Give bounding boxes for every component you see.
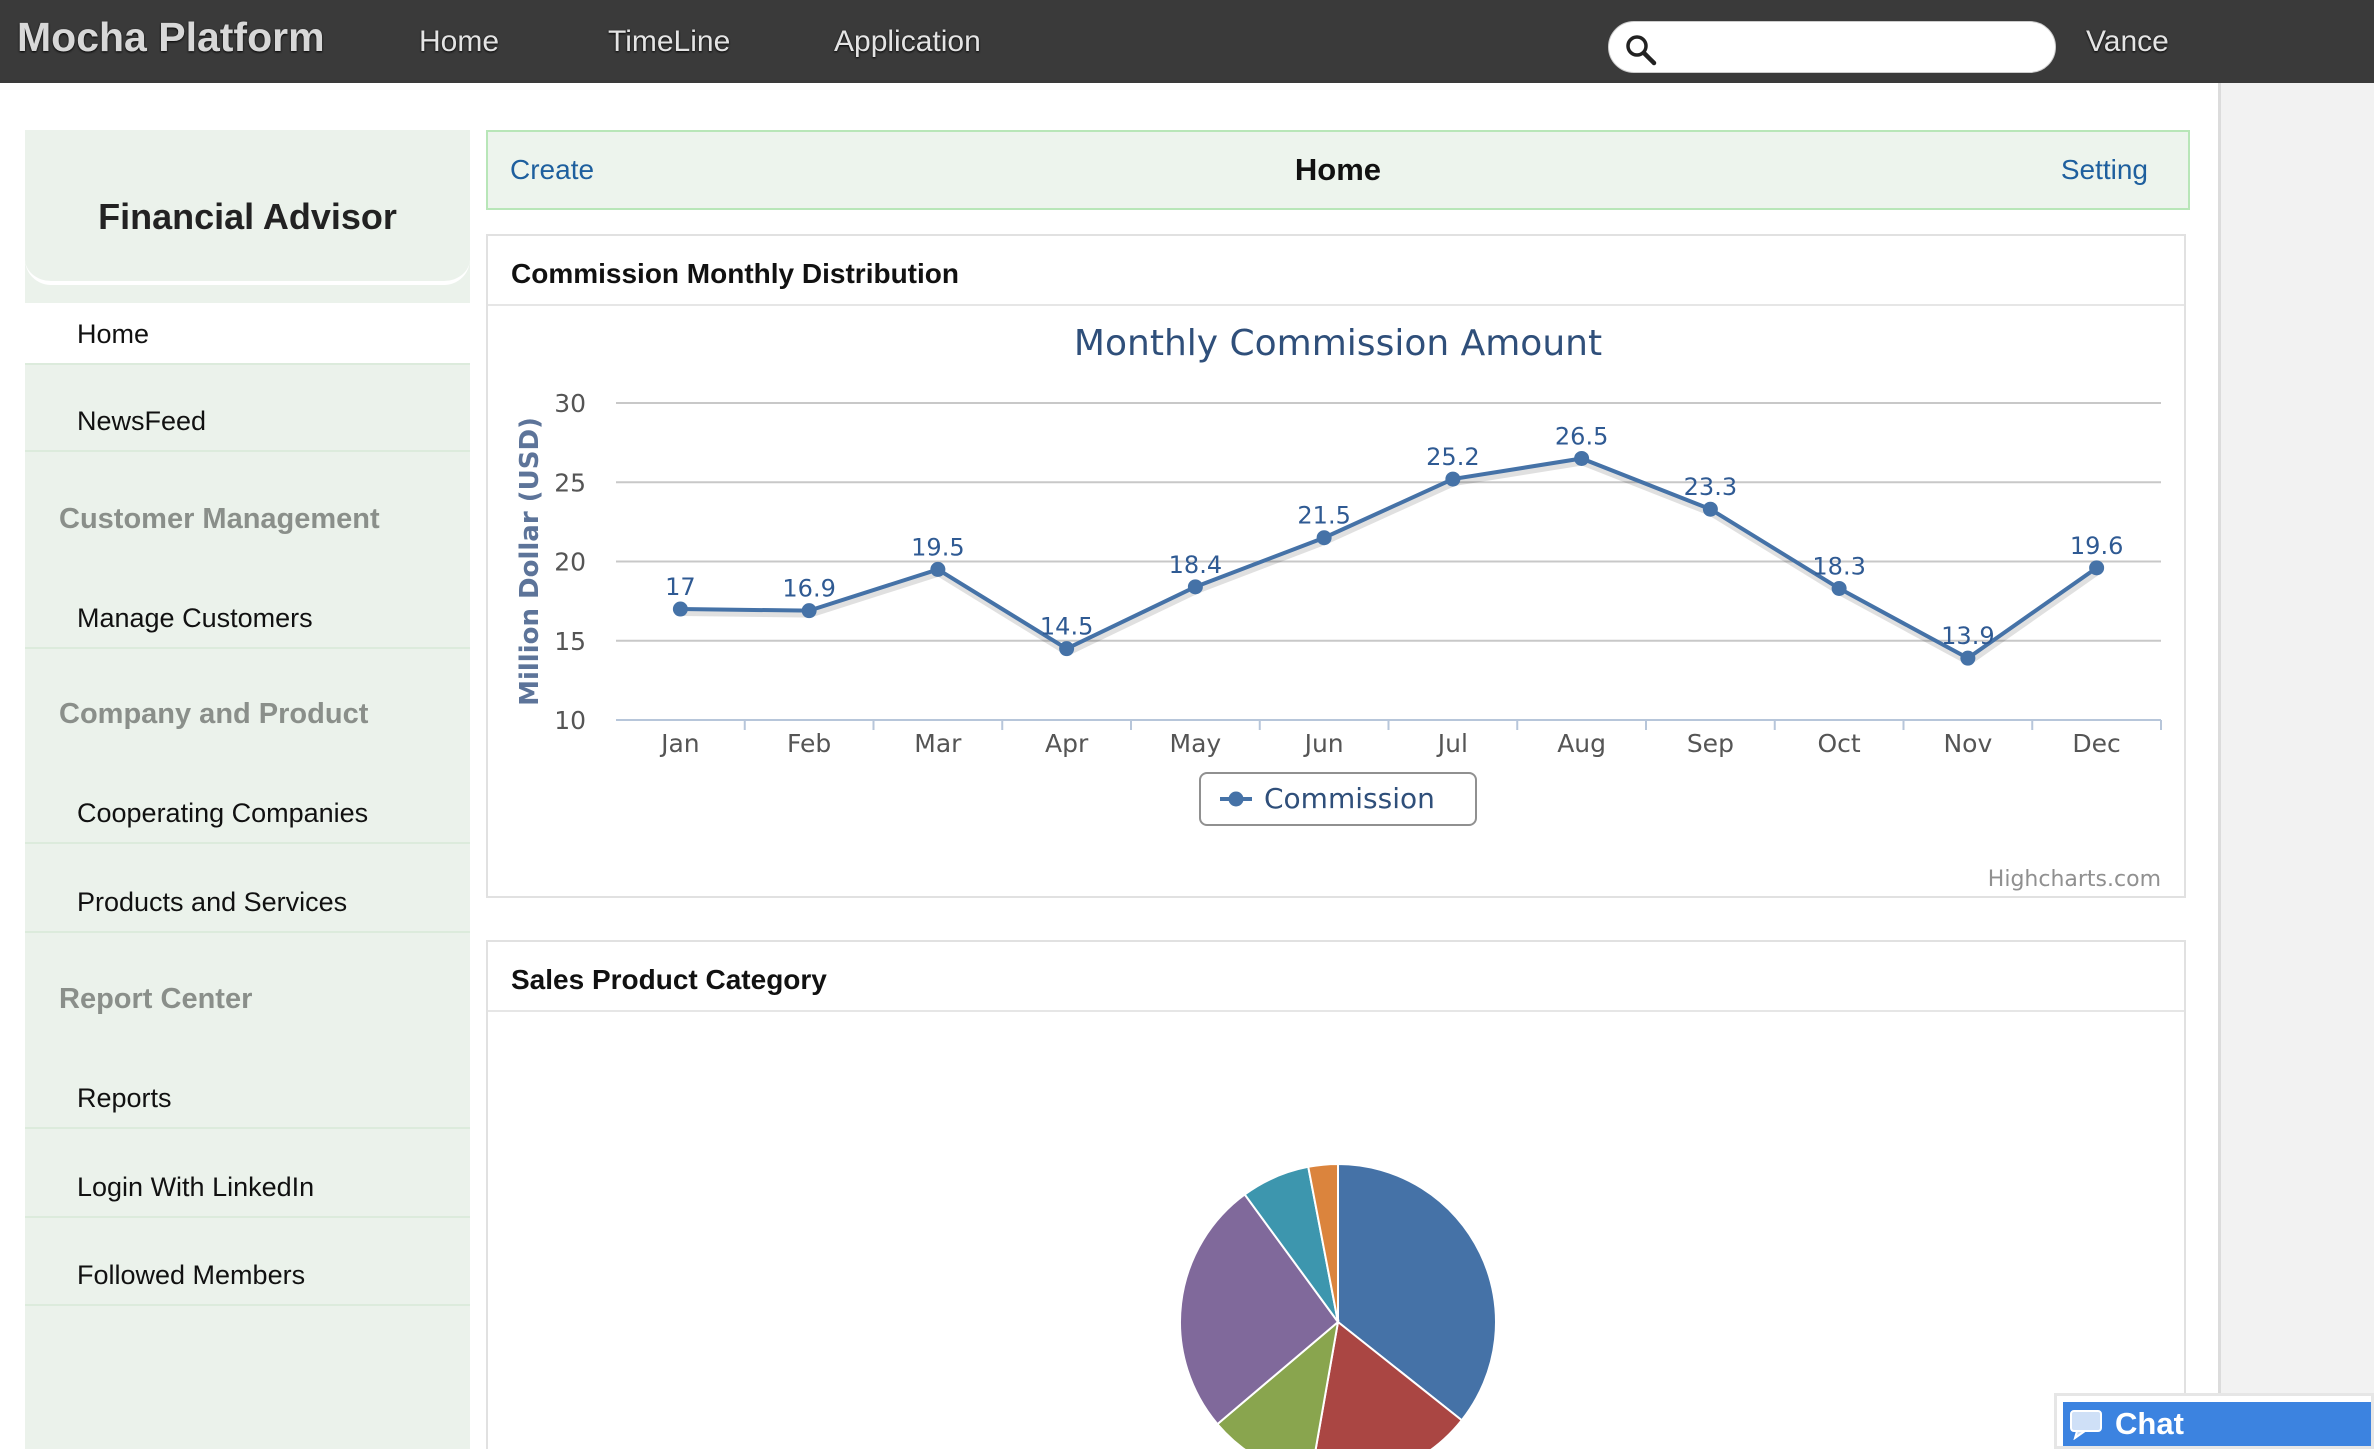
- sales-panel: Sales Product Category: [486, 940, 2186, 1449]
- data-label-aug: 26.5: [1555, 422, 1608, 450]
- y-tick-label-20: 20: [554, 548, 586, 577]
- right-gutter: [2218, 83, 2374, 1449]
- sidebar-section-company-and-product: Company and Product: [59, 698, 369, 730]
- data-label-mar: 19.5: [911, 533, 964, 561]
- sales-panel-title: Sales Product Category: [511, 964, 827, 995]
- legend-marker-dot: [1228, 791, 1244, 807]
- sidebar-item-products-and-services[interactable]: Products and Services: [25, 871, 470, 933]
- data-label-feb: 16.9: [782, 575, 835, 603]
- x-tick-label-apr: Apr: [1045, 729, 1089, 758]
- data-label-sep: 23.3: [1684, 473, 1737, 501]
- y-tick-label-15: 15: [554, 627, 586, 656]
- data-label-oct: 18.3: [1812, 552, 1865, 580]
- sidebar-item-followed-members[interactable]: Followed Members: [25, 1244, 470, 1306]
- sidebar-item-login-with-linkedin[interactable]: Login With LinkedIn: [25, 1156, 470, 1218]
- x-tick-label-nov: Nov: [1943, 729, 1992, 758]
- sidebar-item-reports[interactable]: Reports: [25, 1067, 470, 1129]
- chat-label: Chat: [2115, 1406, 2184, 1441]
- x-tick-label-mar: Mar: [914, 729, 962, 758]
- y-tick-label-25: 25: [554, 468, 586, 497]
- brand-logo[interactable]: Mocha Platform: [17, 14, 325, 61]
- data-point-jul: [1445, 471, 1461, 487]
- data-label-jun: 21.5: [1297, 502, 1350, 530]
- sidebar: Financial Advisor Home NewsFeed Customer…: [25, 130, 470, 1449]
- x-tick-label-oct: Oct: [1818, 729, 1861, 758]
- chat-button[interactable]: Chat: [2063, 1402, 2371, 1446]
- commission-panel-header: Commission Monthly Distribution: [488, 236, 2184, 306]
- y-axis-label: Million Dollar (USD): [515, 417, 545, 706]
- data-point-dec: [2089, 560, 2105, 576]
- sales-panel-header: Sales Product Category: [488, 942, 2184, 1012]
- x-tick-label-may: May: [1170, 729, 1222, 758]
- setting-link[interactable]: Setting: [2061, 154, 2148, 186]
- commission-panel: Commission Monthly Distribution Monthly …: [486, 234, 2186, 898]
- sidebar-item-newsfeed[interactable]: NewsFeed: [25, 390, 470, 452]
- x-tick-label-feb: Feb: [787, 729, 831, 758]
- data-point-mar: [930, 561, 946, 577]
- nav-timeline[interactable]: TimeLine: [608, 25, 730, 59]
- search-icon[interactable]: [1623, 32, 1659, 68]
- chat-widget[interactable]: Chat: [2054, 1393, 2374, 1449]
- search-box: [1608, 21, 2056, 73]
- x-tick-label-dec: Dec: [2072, 729, 2120, 758]
- data-label-may: 18.4: [1169, 551, 1222, 579]
- commission-line-chart: Monthly Commission Amount 10 15 20 25 30 Jan Fe…: [515, 323, 2162, 892]
- data-label-apr: 14.5: [1040, 613, 1093, 641]
- top-navbar: Mocha Platform Home TimeLine Application…: [0, 0, 2374, 83]
- nav-home[interactable]: Home: [419, 25, 499, 59]
- commission-panel-title: Commission Monthly Distribution: [511, 258, 959, 289]
- legend-item-commission: Commission: [1264, 782, 1435, 815]
- x-tick-label-jan: Jan: [659, 729, 700, 758]
- data-point-sep: [1702, 501, 1718, 517]
- sidebar-item-cooperating-companies[interactable]: Cooperating Companies: [25, 782, 470, 844]
- chat-bubble-icon: [2070, 1410, 2102, 1440]
- data-point-feb: [801, 603, 817, 619]
- data-point-oct: [1831, 580, 1847, 596]
- chart-credits: Highcharts.com: [1988, 867, 2161, 892]
- sidebar-title: Financial Advisor: [98, 196, 397, 237]
- page-title: Home: [1294, 152, 1382, 187]
- sales-pie-chart: [1179, 1162, 1497, 1449]
- y-tick-label-10: 10: [554, 706, 586, 735]
- data-label-jul: 25.2: [1426, 443, 1479, 471]
- data-point-may: [1187, 579, 1203, 595]
- data-point-apr: [1059, 641, 1075, 657]
- data-point-jan: [672, 601, 688, 617]
- data-label-nov: 13.9: [1941, 622, 1994, 650]
- series-line-commission: [680, 456, 2098, 661]
- y-tick-label-30: 30: [554, 389, 586, 418]
- sidebar-section-report-center: Report Center: [59, 983, 253, 1015]
- data-point-aug: [1574, 450, 1590, 466]
- data-point-jun: [1316, 530, 1332, 546]
- page-header: Home Create Setting: [486, 130, 2190, 210]
- user-menu[interactable]: Vance: [2086, 25, 2169, 59]
- chart-title: Monthly Commission Amount: [1074, 323, 1602, 364]
- sidebar-item-manage-customers[interactable]: Manage Customers: [25, 587, 470, 649]
- sidebar-section-customer-management: Customer Management: [59, 503, 380, 535]
- x-tick-label-jun: Jun: [1303, 729, 1344, 758]
- search-input[interactable]: [1667, 30, 2037, 64]
- sidebar-header: Financial Advisor: [25, 130, 470, 285]
- x-tick-label-sep: Sep: [1687, 729, 1734, 758]
- x-tick-label-jul: Jul: [1436, 729, 1468, 758]
- sidebar-item-home[interactable]: Home: [25, 303, 470, 365]
- data-label-dec: 19.6: [2070, 532, 2123, 560]
- x-tick-label-aug: Aug: [1557, 729, 1606, 758]
- nav-application[interactable]: Application: [834, 25, 981, 59]
- create-link[interactable]: Create: [510, 154, 594, 186]
- data-point-nov: [1960, 650, 1976, 666]
- data-label-jan: 17: [665, 573, 696, 601]
